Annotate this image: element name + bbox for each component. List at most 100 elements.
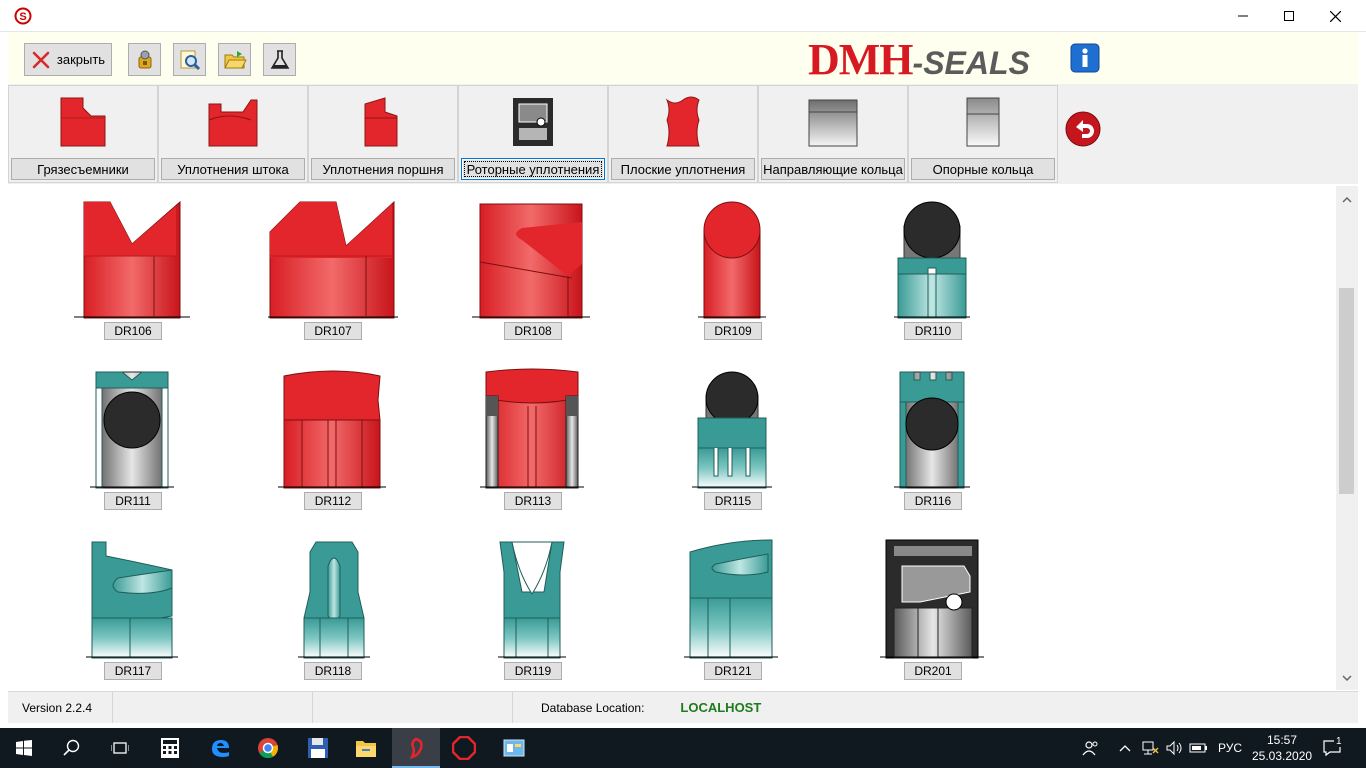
back-arrow-icon[interactable] [1064, 110, 1102, 148]
action-center[interactable]: 1 [1322, 728, 1344, 768]
task-view-icon [111, 742, 129, 754]
category-guide-rings[interactable]: Направляющие кольца [758, 85, 908, 183]
seal-item[interactable]: DR108 [468, 186, 598, 346]
start-button[interactable] [0, 728, 48, 768]
minimize-button[interactable] [1220, 0, 1266, 32]
dmh-seals-app-icon [409, 737, 423, 759]
seal-item[interactable]: DR109 [668, 186, 798, 346]
seal-item[interactable]: DR115 [668, 356, 798, 516]
category-piston-seals[interactable]: Уплотнения поршня [308, 85, 458, 183]
seal-item[interactable]: DR119 [468, 526, 598, 686]
rotary-seal-icon [513, 98, 553, 146]
category-label: Грязесъемники [11, 158, 155, 180]
open-folder-button[interactable] [218, 43, 251, 76]
seal-item[interactable]: DR111 [68, 356, 198, 516]
seal-label: DR118 [304, 662, 362, 680]
search-icon [63, 739, 80, 756]
rod-seal-icon [208, 99, 258, 147]
seal-item[interactable]: DR107 [268, 186, 398, 346]
settings-button[interactable] [128, 43, 161, 76]
seal-item[interactable]: DR118 [268, 526, 398, 686]
category-rotary-seals[interactable]: Роторные уплотнения [458, 85, 608, 183]
seal-label: DR201 [904, 662, 962, 680]
edge-app[interactable] [196, 728, 244, 768]
category-rod-seals[interactable]: Уплотнения штока [158, 85, 308, 183]
volume-tray[interactable] [1165, 728, 1183, 768]
seal-drawing [698, 201, 766, 319]
seal-item[interactable]: DR110 [868, 186, 998, 346]
scroll-down-icon[interactable] [1341, 672, 1353, 684]
seal-item[interactable]: DR121 [668, 526, 798, 686]
seal-drawing [692, 371, 772, 489]
network-icon [1142, 741, 1159, 755]
dmh-seals-app[interactable] [392, 728, 440, 768]
clock-time: 15:57 [1266, 733, 1298, 747]
status-cell-empty [313, 692, 513, 723]
seal-drawing [880, 539, 984, 659]
info-icon[interactable] [1070, 43, 1100, 73]
notification-count: 1 [1334, 736, 1344, 747]
seal-drawing [298, 541, 370, 659]
seal-label: DR119 [504, 662, 562, 680]
windows-icon [16, 740, 32, 756]
file-explorer-app[interactable] [342, 728, 390, 768]
vertical-scrollbar[interactable] [1336, 186, 1358, 690]
clock[interactable]: 15:57 25.03.2020 [1252, 732, 1312, 764]
version-text: Version 2.2.4 [8, 692, 113, 723]
close-window-button[interactable] [1312, 0, 1358, 32]
category-backup-rings[interactable]: Опорные кольца [908, 85, 1058, 183]
seal-label: DR116 [904, 492, 962, 510]
brand-logo: DMH -SEALS [808, 34, 1030, 84]
category-flat-seals[interactable]: Плоские уплотнения [608, 85, 758, 183]
battery-plug-icon [1189, 743, 1207, 753]
toolbar: закрыть DMH -SEALS [8, 32, 1358, 84]
seal-item[interactable]: DR106 [68, 186, 198, 346]
lab-button[interactable] [263, 43, 296, 76]
folder-icon [356, 741, 376, 757]
seal-label: DR113 [504, 492, 562, 510]
maximize-button[interactable] [1266, 0, 1312, 32]
seal-item[interactable]: DR117 [68, 526, 198, 686]
database-location: Database Location: LOCALHOST [513, 692, 1013, 723]
close-icon [1329, 10, 1341, 22]
seal-item[interactable]: DR112 [268, 356, 398, 516]
open-folder-icon [223, 50, 247, 68]
logo-sub-text: -SEALS [912, 45, 1030, 81]
people-icon [1082, 741, 1098, 756]
seal-item[interactable]: DR116 [868, 356, 998, 516]
calculator-app[interactable] [146, 728, 194, 768]
maximize-icon [1284, 11, 1294, 21]
minimize-icon [1238, 15, 1248, 17]
scroll-thumb[interactable] [1339, 288, 1354, 494]
seal-item[interactable]: DR201 [868, 526, 998, 686]
chevron-up-icon [1119, 745, 1131, 752]
tools-icon [138, 50, 151, 68]
task-view-button[interactable] [96, 728, 144, 768]
search-taskbar-button[interactable] [48, 728, 96, 768]
chrome-app[interactable] [244, 728, 292, 768]
seal-drawing [894, 371, 970, 489]
speaker-icon [1166, 740, 1182, 756]
chrome-icon [258, 738, 278, 759]
seal-gallery: DR106 DR107 DR108 DR109 DR110 DR111 DR11… [8, 186, 1336, 690]
power-tray[interactable] [1189, 728, 1209, 768]
stop-app[interactable] [440, 728, 488, 768]
people-tray[interactable] [1082, 728, 1100, 768]
search-button[interactable] [173, 43, 206, 76]
category-wipers[interactable]: Грязесъемники [8, 85, 158, 183]
seal-label: DR112 [304, 492, 362, 510]
close-button[interactable]: закрыть [24, 43, 112, 76]
edge-icon [212, 740, 229, 757]
seal-label: DR121 [704, 662, 762, 680]
guide-ring-icon [808, 99, 858, 147]
language-indicator[interactable]: РУС [1218, 728, 1242, 768]
db-location-label: Database Location: [541, 700, 645, 715]
show-hidden-icons[interactable] [1118, 728, 1132, 768]
scroll-up-icon[interactable] [1341, 194, 1353, 206]
network-tray[interactable] [1141, 728, 1159, 768]
save-app[interactable] [294, 728, 342, 768]
seal-item[interactable]: DR113 [468, 356, 598, 516]
control-panel-app[interactable] [490, 728, 538, 768]
status-bar: Version 2.2.4 Database Location: LOCALHO… [8, 691, 1358, 723]
stop-sign-icon [452, 736, 476, 760]
